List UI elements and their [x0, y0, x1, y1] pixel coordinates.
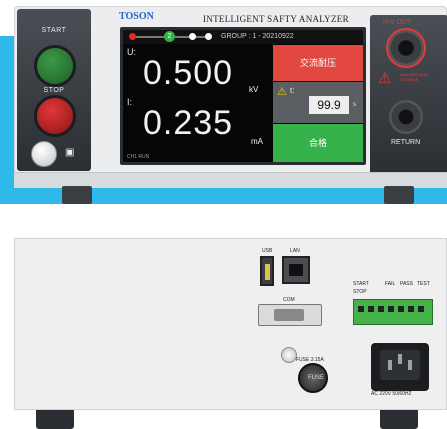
display-screen: 2 GROUP : 1 - 20210922 U: 0.500 kV I: 0.…	[120, 27, 366, 165]
ac-power-inlet[interactable]	[371, 343, 429, 391]
return-label: RETURN	[391, 139, 421, 146]
voltage-value: 0.500	[143, 54, 234, 92]
time-unit: s	[353, 102, 356, 108]
start-label: START	[41, 27, 67, 34]
ac-pin	[388, 360, 392, 370]
group-label: GROUP : 1 - 20210922	[221, 33, 294, 40]
ac-label: AC 220V 50/60HZ	[371, 391, 412, 397]
usb-port[interactable]	[260, 256, 274, 286]
power-knob[interactable]	[31, 141, 57, 167]
usb-connector	[265, 264, 270, 280]
fuse-text: FUSE	[308, 375, 325, 381]
lock-icon: ▣	[65, 147, 75, 158]
warning-icon: ⚠	[277, 86, 287, 98]
stop-button[interactable]	[34, 95, 76, 137]
timer-box: ⚠ t: 99.9 s	[273, 82, 363, 123]
fuse-holder[interactable]: FUSE	[298, 363, 328, 393]
result-badge: 合格	[273, 124, 363, 162]
danger-text: DANGER HIGH VOLTAGE	[400, 72, 429, 82]
front-foot-left	[62, 186, 92, 204]
usb-label: USB	[262, 248, 273, 254]
current-value: 0.235	[143, 104, 234, 142]
front-foot-right	[384, 186, 414, 204]
terminal-start-label: START	[353, 281, 369, 287]
terminal-fail-label: FAIL	[385, 281, 396, 287]
current-label: I:	[127, 97, 133, 107]
screen-footer: CH1 RUN	[127, 154, 150, 160]
terminal-pin	[358, 306, 364, 312]
rear-foot-left	[36, 410, 74, 429]
return-jack[interactable]	[389, 100, 423, 134]
terminal-pin	[388, 306, 394, 312]
com-port[interactable]	[258, 304, 322, 326]
terminal-pin	[368, 306, 374, 312]
mode-badge: 交流耐压	[273, 45, 363, 81]
terminal-stop-label: STOP	[353, 289, 367, 295]
step-dot-4	[205, 33, 212, 40]
step-dot-3	[189, 33, 196, 40]
ac-pin	[398, 354, 402, 364]
terminal-pin	[398, 306, 404, 312]
io-terminal-block[interactable]	[353, 299, 433, 325]
ground-screw[interactable]	[281, 347, 297, 363]
step-dot-active: 2	[164, 31, 175, 42]
high-voltage-icon: ⚠	[378, 70, 392, 87]
ac-socket	[380, 350, 420, 380]
output-panel: H.V OUT ⚠ DANGER HIGH VOLTAGE RETURN	[370, 15, 447, 175]
com-label: COM	[283, 297, 295, 303]
fuse-label: FUSE 3.15A	[296, 357, 324, 363]
terminal-pin	[418, 306, 424, 312]
terminal-pin	[408, 306, 414, 312]
terminal-pin	[378, 306, 384, 312]
control-panel: START STOP ▣	[17, 9, 91, 171]
step-bar: 2 GROUP : 1 - 20210922	[123, 30, 363, 44]
hv-out-label: H.V OUT	[383, 19, 412, 26]
lan-socket	[289, 264, 303, 276]
terminal-test-label: TEST	[417, 281, 430, 287]
brand-logo: TOSON	[119, 11, 154, 22]
rear-panel: USB LAN COM FUSE 3.15A FUSE START STOP F…	[14, 238, 447, 410]
hv-output-jack[interactable]	[386, 28, 426, 68]
time-label: t:	[290, 86, 295, 95]
lan-port[interactable]	[282, 256, 310, 284]
rear-foot-right	[380, 410, 418, 429]
time-value: 99.9	[309, 96, 349, 114]
lan-label: LAN	[290, 248, 300, 254]
product-photo: START STOP ▣ TOSON INTELLIGENT SAFTY ANA…	[0, 0, 447, 429]
start-button[interactable]	[34, 45, 76, 87]
com-socket	[274, 309, 304, 321]
front-panel: START STOP ▣ TOSON INTELLIGENT SAFTY ANA…	[14, 6, 447, 184]
voltage-unit: kV	[249, 85, 259, 94]
step-dot-1	[129, 33, 136, 40]
current-unit: mA	[251, 137, 263, 146]
voltage-label: U:	[127, 47, 136, 57]
ac-pin	[408, 360, 412, 370]
device-title: INTELLIGENT SAFTY ANALYZER	[203, 14, 349, 24]
stop-label: STOP	[43, 87, 65, 94]
terminal-pass-label: PASS	[400, 281, 413, 287]
